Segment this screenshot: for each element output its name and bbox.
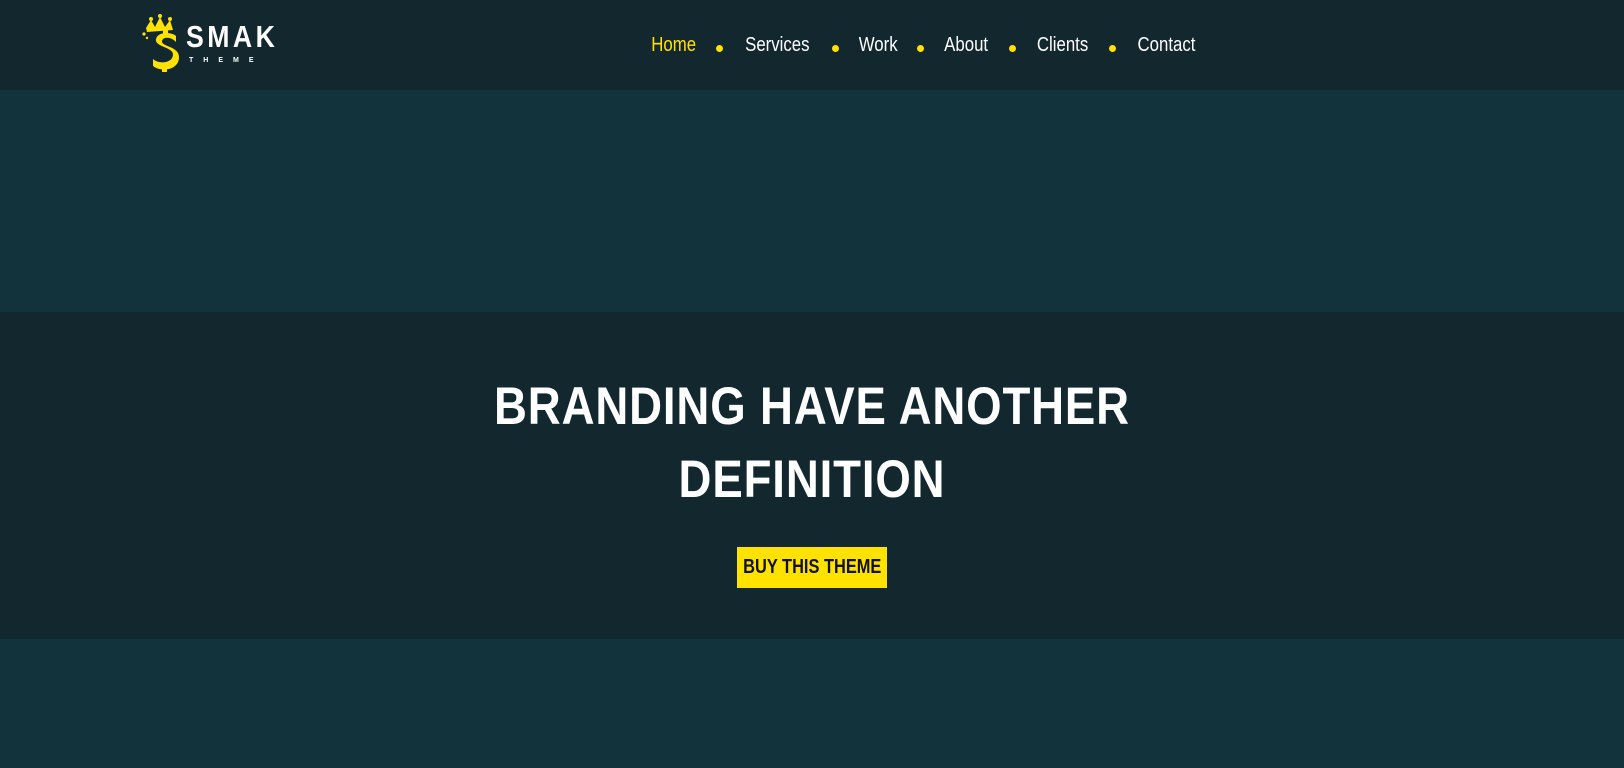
hero-section: BRANDING HAVE ANOTHER DEFINITION BUY THI… xyxy=(0,312,1624,639)
top-band xyxy=(0,90,1624,312)
site-logo[interactable]: SMAK THEME xyxy=(142,14,275,72)
nav-item-clients[interactable]: Clients xyxy=(1037,35,1088,55)
hero-title-line-1: BRANDING HAVE ANOTHER xyxy=(494,377,1130,436)
page: SMAK THEME Home Services Work About Clie… xyxy=(0,0,1624,768)
site-header: SMAK THEME Home Services Work About Clie… xyxy=(0,0,1624,90)
logo-wordmark: SMAK xyxy=(186,19,279,54)
nav-item-home[interactable]: Home xyxy=(651,35,696,55)
buy-theme-button[interactable]: BUY THIS THEME xyxy=(737,547,887,588)
nav-item-contact[interactable]: Contact xyxy=(1137,35,1195,55)
bottom-band xyxy=(0,639,1624,768)
hero-title-line-2: DEFINITION xyxy=(678,450,946,509)
logo-tagline: THEME xyxy=(189,57,264,64)
buy-theme-button-label: BUY THIS THEME xyxy=(742,556,882,578)
nav-item-about[interactable]: About xyxy=(945,35,989,55)
main-nav: Home Services Work About Clients Contact xyxy=(647,31,1201,59)
hero-title: BRANDING HAVE ANOTHER DEFINITION xyxy=(382,370,1242,516)
nav-separator-dot xyxy=(1108,44,1116,52)
nav-item-services[interactable]: Services xyxy=(745,35,809,55)
crowned-dollar-icon xyxy=(142,14,180,72)
nav-separator-dot xyxy=(832,44,840,52)
nav-separator-dot xyxy=(917,44,925,52)
nav-item-work[interactable]: Work xyxy=(859,35,898,55)
nav-separator-dot xyxy=(716,44,724,52)
nav-separator-dot xyxy=(1008,44,1016,52)
